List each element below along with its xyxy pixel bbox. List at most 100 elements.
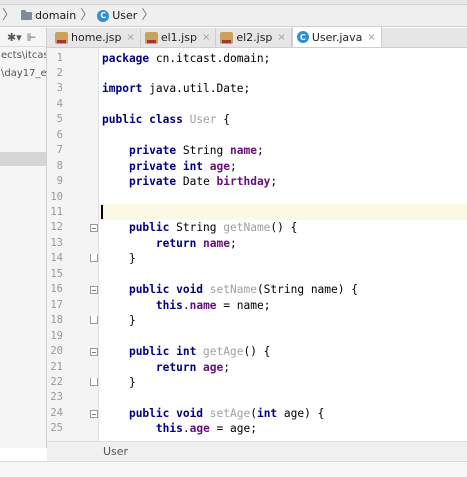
code-line[interactable]: import java.util.Date; — [102, 81, 250, 96]
code-token: User — [189, 113, 224, 127]
code-line[interactable]: package cn.itcast.domain; — [102, 51, 270, 66]
code-token: } — [102, 314, 136, 328]
code-token: setName — [209, 283, 257, 297]
code-token: . — [182, 422, 190, 436]
code-token: int — [256, 406, 284, 420]
fold-end-icon[interactable] — [90, 316, 98, 325]
fold-end-icon[interactable] — [90, 377, 98, 386]
code-token: age) { — [283, 406, 325, 420]
code-line[interactable]: public void setName(String name) { — [102, 282, 358, 297]
breadcrumb-separator: 〉 — [2, 8, 16, 23]
project-tree-selection[interactable] — [0, 152, 46, 166]
fold-end-icon[interactable] — [90, 254, 98, 263]
code-token: private — [128, 175, 183, 189]
tab-el1-jsp[interactable]: el1.jsp × — [141, 28, 217, 47]
code-token: } — [102, 375, 136, 389]
code-token: birthday — [216, 175, 271, 189]
gear-icon[interactable]: ✱▾ — [7, 31, 22, 44]
current-line-highlight — [99, 204, 467, 220]
line-number: 22 — [50, 375, 63, 388]
code-line[interactable]: } — [102, 313, 136, 328]
line-number: 21 — [50, 360, 63, 373]
line-number: 24 — [50, 406, 63, 419]
line-number: 10 — [50, 190, 63, 203]
breadcrumb-separator: 〉 — [80, 8, 94, 23]
code-token: cn.itcast.domain; — [155, 51, 271, 65]
line-number: 7 — [56, 144, 63, 157]
close-icon[interactable]: × — [126, 32, 134, 43]
code-token: this — [155, 422, 183, 436]
code-line[interactable]: return age; — [102, 360, 230, 375]
fold-collapse-icon[interactable] — [90, 348, 98, 357]
code-line[interactable]: } — [102, 375, 136, 390]
jsp-file-icon — [144, 31, 158, 44]
code-token: String — [176, 221, 224, 235]
line-number: 25 — [50, 422, 63, 435]
line-number: 11 — [50, 206, 63, 218]
project-tree-path[interactable]: ects\itcast — [0, 47, 46, 65]
code-token: this — [155, 298, 183, 312]
code-token: getAge — [203, 345, 244, 359]
tab-home-jsp[interactable]: home.jsp × — [51, 28, 141, 47]
close-icon[interactable]: × — [277, 32, 285, 43]
code-token: java.util.Date; — [149, 82, 251, 96]
code-line[interactable]: private int age; — [102, 159, 237, 174]
close-icon[interactable]: × — [367, 32, 375, 43]
code-token: Date — [182, 175, 217, 189]
code-token: return — [155, 236, 204, 250]
tab-user-java[interactable]: C User.java × — [291, 27, 382, 47]
fold-collapse-icon[interactable] — [90, 224, 98, 233]
code-line[interactable]: this.name = name; — [102, 298, 271, 313]
code-line[interactable]: private Date birthday; — [102, 174, 277, 189]
text-caret — [101, 205, 103, 219]
tab-label: el2.jsp — [236, 31, 273, 44]
project-tree-module[interactable]: \day17_el — [0, 65, 46, 83]
close-icon[interactable]: × — [202, 32, 210, 43]
code-line[interactable]: } — [102, 251, 136, 266]
line-number: 9 — [56, 175, 63, 188]
line-number: 2 — [56, 66, 63, 79]
editor-breadcrumb[interactable]: User — [47, 441, 467, 461]
tab-el2-jsp[interactable]: el2.jsp × — [216, 28, 292, 47]
breadcrumb-item-class[interactable]: C User — [97, 9, 137, 22]
tab-label: el1.jsp — [160, 31, 197, 44]
code-token: public class — [102, 113, 190, 127]
line-number: 4 — [56, 97, 63, 110]
project-panel: ✱▾ ⊩ ects\itcast \day17_el — [0, 28, 47, 448]
code-line[interactable]: return name; — [102, 236, 237, 251]
code-token: package — [102, 51, 156, 65]
code-token: import — [102, 82, 150, 96]
code-token: } — [102, 252, 136, 266]
collapse-icon[interactable]: ⊩ — [27, 31, 37, 44]
folder-icon — [21, 9, 33, 20]
line-number: 12 — [50, 221, 63, 234]
code-line[interactable]: public String getName() { — [102, 220, 297, 235]
code-token: private — [128, 144, 183, 158]
class-icon: C — [97, 9, 110, 22]
breadcrumb-item-folder[interactable]: domain — [19, 9, 76, 22]
code-line[interactable]: public int getAge() { — [102, 344, 270, 359]
code-line[interactable]: public void setAge(int age) { — [102, 406, 324, 421]
line-number: 16 — [50, 283, 63, 296]
code-token: = age; — [216, 422, 257, 436]
jsp-file-icon — [55, 31, 68, 44]
line-number: 14 — [50, 252, 63, 265]
code-token: ; — [230, 159, 237, 173]
code-line[interactable]: public class User { — [102, 112, 230, 127]
line-number: 20 — [50, 345, 63, 358]
code-line[interactable]: private String name; — [102, 143, 264, 158]
code-line[interactable]: this.age = age; — [102, 421, 257, 436]
code-token: ; — [256, 144, 264, 158]
line-number: 15 — [50, 267, 63, 280]
code-token: () { — [243, 345, 271, 359]
fold-collapse-icon[interactable] — [90, 286, 98, 295]
fold-collapse-icon[interactable] — [90, 409, 98, 418]
class-icon: C — [296, 31, 309, 43]
